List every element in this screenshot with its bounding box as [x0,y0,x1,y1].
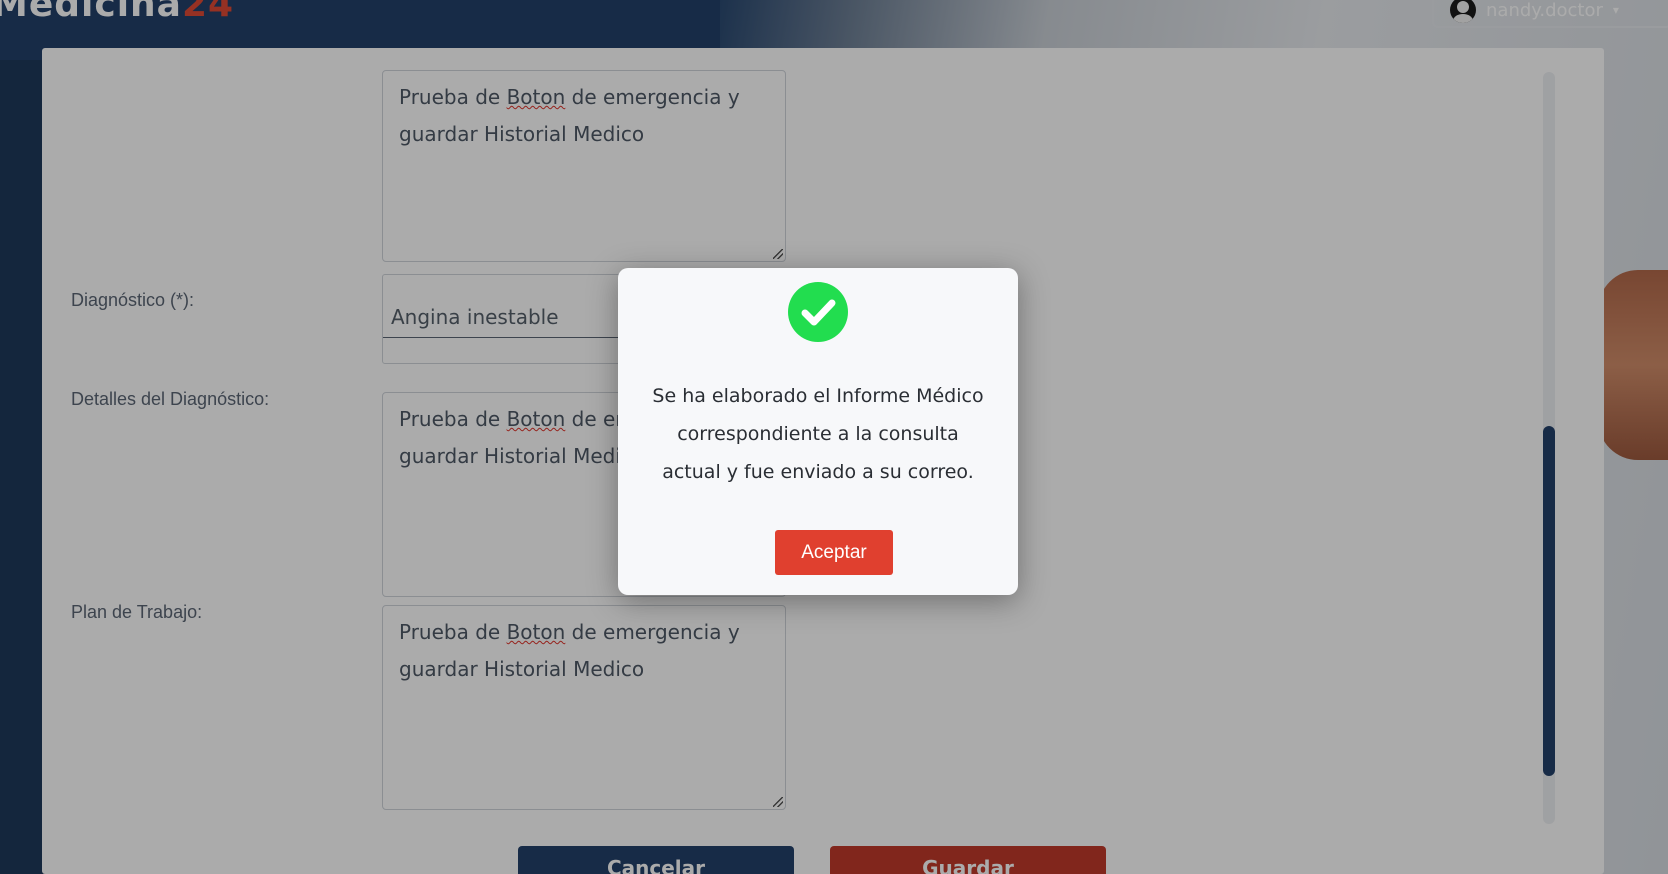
dialog-message-line1: Se ha elaborado el Informe Médico [652,385,984,407]
accept-button[interactable]: Aceptar [775,530,893,575]
dialog-message-line2: correspondiente a la consulta [677,423,959,445]
dialog-message-line3: actual y fue enviado a su correo. [662,461,974,483]
check-circle-icon [788,282,848,342]
dialog-message: Se ha elaborado el Informe Médico corres… [638,377,998,491]
success-dialog: Se ha elaborado el Informe Médico corres… [618,268,1018,595]
